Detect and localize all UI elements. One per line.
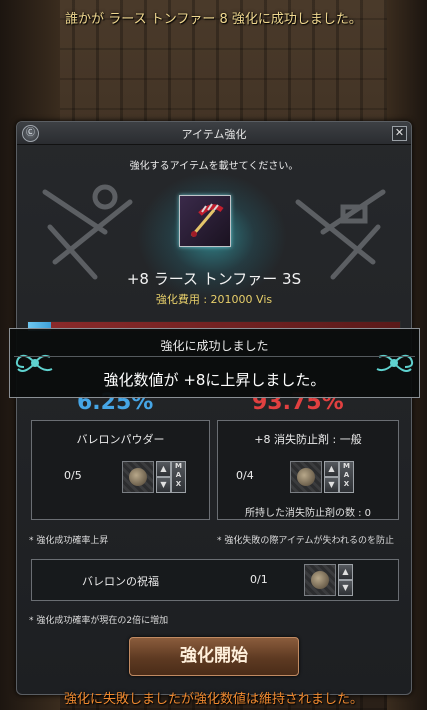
barrelon-blessing-decrease-button[interactable]: ▼ bbox=[338, 580, 353, 596]
popup-divider bbox=[14, 356, 415, 357]
enhance-window: Ⓒ アイテム強化 ✕ 強化するアイテムを載せてください。 +8 ラース トンファ… bbox=[16, 121, 412, 695]
protection-count: 0/4 bbox=[236, 469, 254, 482]
protection-slot[interactable] bbox=[290, 461, 322, 493]
barrelon-powder-decrease-button[interactable]: ▼ bbox=[156, 477, 171, 493]
item-slot[interactable] bbox=[179, 195, 231, 247]
protection-decrease-button[interactable]: ▼ bbox=[324, 477, 339, 493]
arrow-down-icon: ▼ bbox=[328, 480, 335, 489]
arrow-up-icon: ▲ bbox=[342, 567, 349, 576]
title-bar[interactable]: Ⓒ アイテム強化 ✕ bbox=[17, 122, 411, 145]
barrelon-powder-count: 0/5 bbox=[64, 469, 82, 482]
close-icon: ✕ bbox=[394, 126, 405, 139]
protection-owned-count: 所持した消失防止剤の数 : 0 bbox=[244, 508, 372, 519]
instruction-text: 強化するアイテムを載せてください。 bbox=[129, 161, 299, 172]
popup-message: 強化数値が +8に上昇しました。 bbox=[103, 371, 326, 389]
protection-max-button[interactable]: M A X bbox=[339, 461, 354, 493]
barrelon-blessing-slot[interactable] bbox=[304, 564, 336, 596]
system-message-bottom: 強化に失敗しましたが強化数値は維持されました。 bbox=[63, 692, 363, 707]
close-button[interactable]: ✕ bbox=[392, 126, 407, 141]
max-label-m: M bbox=[175, 462, 182, 470]
arrow-up-icon: ▲ bbox=[160, 464, 167, 473]
success-popup: 強化に成功しました 強化数値が +8に上昇しました。 bbox=[9, 328, 420, 398]
protection-icon bbox=[297, 468, 315, 486]
enhance-cost: 強化費用 : 201000 Vis bbox=[17, 291, 411, 307]
barrelon-blessing-note: * 強化成功確率が現在の2倍に増加 bbox=[29, 616, 169, 626]
barrelon-powder-note: * 強化成功確率上昇 bbox=[29, 536, 109, 546]
barrelon-powder-slot[interactable] bbox=[122, 461, 154, 493]
blessing-icon bbox=[311, 571, 329, 589]
enhance-cost-text: 強化費用 : 201000 Vis bbox=[155, 293, 273, 306]
max-label-m: M bbox=[343, 462, 350, 470]
protection-panel: +8 消失防止剤 : 一般 0/4 ▲ ▼ M A X 所持した消失防止剤の数 … bbox=[217, 420, 399, 520]
item-name: +8 ラース トンファー 3S bbox=[126, 270, 302, 288]
barrelon-blessing-increase-button[interactable]: ▲ bbox=[338, 564, 353, 580]
protection-title: +8 消失防止剤 : 一般 bbox=[254, 433, 362, 446]
barrelon-powder-panel: バレロンパウダー 0/5 ▲ ▼ M A X bbox=[31, 420, 210, 520]
window-title: アイテム強化 bbox=[181, 128, 247, 141]
barrelon-blessing-count: 0/1 bbox=[250, 573, 268, 586]
arrow-up-icon: ▲ bbox=[328, 464, 335, 473]
start-enhance-button[interactable]: 強化開始 bbox=[129, 637, 299, 676]
max-label-x: X bbox=[343, 480, 350, 488]
protection-increase-button[interactable]: ▲ bbox=[324, 461, 339, 477]
popup-title: 強化に成功しました bbox=[160, 339, 269, 353]
max-label-a: A bbox=[175, 471, 182, 479]
barrelon-powder-max-button[interactable]: M A X bbox=[171, 461, 186, 493]
tonfa-icon bbox=[190, 203, 224, 237]
max-label-a: A bbox=[343, 471, 350, 479]
barrelon-blessing-panel: バレロンの祝福 0/1 ▲ ▼ bbox=[31, 559, 399, 601]
max-label-x: X bbox=[175, 480, 182, 488]
barrelon-powder-increase-button[interactable]: ▲ bbox=[156, 461, 171, 477]
barrelon-powder-title: バレロンパウダー bbox=[76, 433, 165, 446]
protection-note: * 強化失敗の際アイテムが失われるのを防止 bbox=[217, 536, 395, 546]
system-message-top: 誰かが ラース トンファー 8 強化に成功しました。 bbox=[65, 12, 362, 27]
arrow-down-icon: ▼ bbox=[160, 480, 167, 489]
barrelon-blessing-title: バレロンの祝福 bbox=[82, 575, 159, 588]
powder-icon bbox=[129, 468, 147, 486]
arrow-down-icon: ▼ bbox=[342, 583, 349, 592]
